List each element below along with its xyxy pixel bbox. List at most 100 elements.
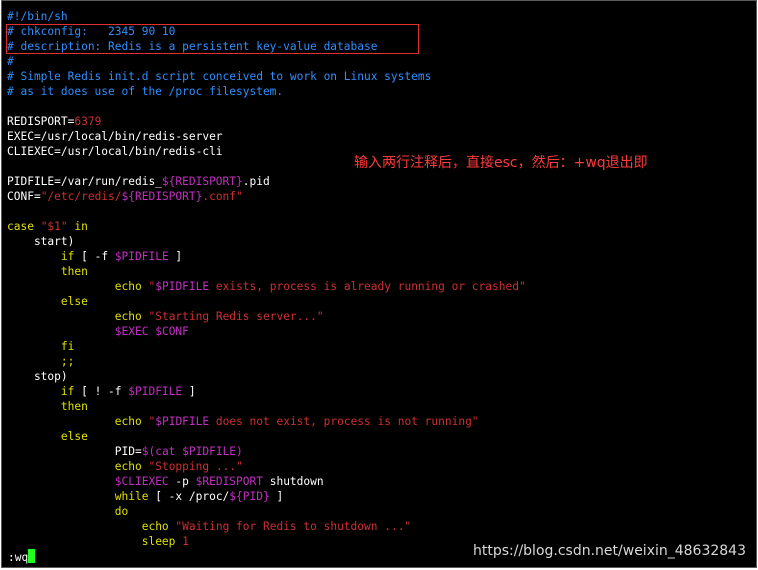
code-line: sleep 1 [7,534,526,549]
code-token-text: CONF= [7,190,41,203]
code-token-variable: $REDISPORT [195,475,263,488]
code-token-variable: $PIDFILE [155,415,210,428]
code-token-comment: #!/bin/sh [7,10,68,23]
code-line: do [7,504,526,519]
code-line: # as it does use of the /proc filesystem… [7,84,526,99]
code-token-keyword: echo [114,280,142,293]
terminal-window[interactable]: #!/bin/sh # chkconfig: 2345 90 10 # descri… [1,0,757,568]
code-line: if [ ! -f $PIDFILE ] [7,384,526,399]
code-line: echo "Waiting for Redis to shutdown ..." [7,519,526,534]
code-line: then [7,264,526,279]
code-line: while [ -x /proc/${PID} ] [7,489,526,504]
code-token-keyword: if [60,385,75,398]
code-line: CONF="/etc/redis/${REDISPORT}.conf" [7,189,526,204]
editor-buffer[interactable]: #!/bin/sh # chkconfig: 2345 90 10 # descri… [7,9,526,549]
code-line: EXEC=/usr/local/bin/redis-server [7,129,526,144]
code-token-text: CLIEXEC=/usr/local/bin/redis-cli [7,145,223,158]
code-token-string: "$1" [40,220,68,233]
code-token-text: start) [7,235,75,248]
code-token-keyword: while [114,490,149,503]
code-token-variable: ${PID} [229,490,270,503]
command-text: :wq [8,551,29,564]
watermark: https://blog.csdn.net/weixin_48632843 [472,543,746,559]
code-token-text: ] [269,490,284,503]
code-line: echo "Stopping ..." [7,459,526,474]
code-line: then [7,399,526,414]
code-token-text: ] [182,385,196,398]
code-token-keyword: ;; [60,355,75,368]
code-token-string: does not exist, process is not running" [209,415,479,428]
code-token-variable: $PIDFILE [114,250,169,263]
code-token-text: ] [168,250,183,263]
code-line: echo "$PIDFILE does not exist, process i… [7,414,526,429]
code-line: PID=$(cat $PIDFILE) [7,444,526,459]
code-line: $EXEC $CONF [7,324,526,339]
code-token-keyword: echo [114,310,142,323]
code-line: $CLIEXEC -p $REDISPORT shutdown [7,474,526,489]
code-token-text: .pid [242,175,270,188]
code-token-variable: $PIDFILE [155,280,210,293]
code-token-keyword: echo [114,460,142,473]
code-token-keyword: fi [60,340,75,353]
code-token-keyword: else [60,295,88,308]
code-token-keyword: sleep [141,535,176,548]
code-line: PIDFILE=/var/run/redis_${REDISPORT}.pid [7,174,526,189]
code-token-keyword: echo [141,520,169,533]
code-token-string: "Waiting for Redis to shutdown ..." [175,520,412,533]
code-token-variable: ${REDISPORT} [161,175,243,188]
code-token-variable: ${REDISPORT} [121,190,203,203]
code-line: REDISPORT=6379 [7,114,526,129]
code-line: #!/bin/sh [7,9,526,24]
code-token-comment: # [7,55,14,68]
code-token-variable: $(cat [141,445,183,458]
code-token-keyword: do [114,505,129,518]
code-token-string: "/etc/redis/ [40,190,122,203]
code-token-text: [ ! -f [74,385,129,398]
code-line: fi [7,339,526,354]
code-token-text: stop) [7,370,68,383]
code-line: start) [7,234,526,249]
vim-command-line[interactable]: :wq [8,549,36,564]
annotation-text: 输入两行注释后，直接esc，然后：+wq退出即 [354,155,648,171]
code-line: if [ -f $PIDFILE ] [7,249,526,264]
code-token-keyword: case [7,220,41,233]
code-token-text: shutdown [262,475,324,488]
code-line: else [7,429,526,444]
code-token-variable: $EXEC [114,325,149,338]
code-line: else [7,294,526,309]
code-line: # [7,54,526,69]
code-token-variable: ) [236,445,243,458]
code-token-text: REDISPORT= [7,115,75,128]
code-token-keyword: echo [114,415,142,428]
code-token-string: "Starting Redis server..." [148,310,324,323]
code-token-keyword: in [67,220,88,233]
code-token-string: exists, process is already running or cr… [209,280,526,293]
code-token-text: [ -f [74,250,115,263]
code-token-string: "Stopping ..." [148,460,243,473]
code-token-keyword: then [60,265,88,278]
code-token-string: 1 [182,535,189,548]
code-line: echo "Starting Redis server..." [7,309,526,324]
code-token-text: [ -x /proc/ [148,490,230,503]
text-cursor [28,549,36,563]
code-token-text: -p [168,475,196,488]
code-line: stop) [7,369,526,384]
code-token-keyword: then [60,400,88,413]
code-token-variable: $PIDFILE [182,445,237,458]
